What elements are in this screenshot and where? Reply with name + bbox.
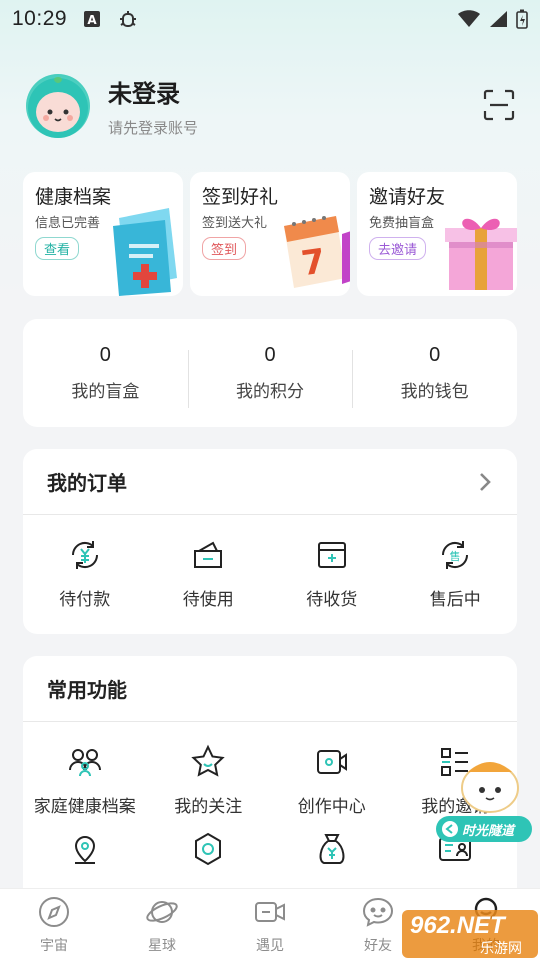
- svg-text:售: 售: [450, 549, 461, 563]
- gift-box-icon: [445, 218, 517, 290]
- orders-header[interactable]: 我的订单: [23, 449, 517, 515]
- money-bag-icon: [319, 834, 345, 864]
- orders-title: 我的订单: [47, 471, 127, 495]
- profile-name[interactable]: 未登录: [108, 74, 198, 109]
- stats-card: 0 我的盲盒 0 我的积分 0 我的钱包: [23, 319, 517, 427]
- watermark-logo: 962.NET 乐游网: [402, 908, 538, 960]
- func-label: 创作中心: [297, 797, 366, 817]
- family-icon: [68, 749, 101, 777]
- bug-icon: [117, 8, 139, 30]
- promo-tag[interactable]: 查看: [35, 237, 80, 260]
- order-label: 待使用: [182, 590, 234, 610]
- stat-value: 0: [264, 344, 276, 366]
- watermark-sub: 乐游网: [480, 941, 522, 957]
- nav-label: 宇宙: [40, 938, 68, 954]
- ticket-icon: [194, 541, 223, 568]
- battery-icon: [516, 9, 528, 29]
- promo-tag[interactable]: 签到: [202, 237, 247, 260]
- nav-planet[interactable]: 星球: [108, 889, 216, 960]
- promo-tag[interactable]: 去邀请: [369, 237, 427, 260]
- signal-icon: [490, 11, 507, 27]
- compass-icon: [39, 897, 69, 927]
- func-settings[interactable]: [147, 831, 271, 879]
- font-a-icon: A: [83, 10, 101, 28]
- avatar[interactable]: [26, 74, 90, 138]
- chat-icon: [362, 897, 394, 927]
- star-icon: [191, 744, 225, 777]
- promo-row: 健康档案 信息已完善 查看 签到好礼 签到送大礼 签到 7 邀请好友 免费抽盲盒…: [23, 172, 517, 296]
- scan-icon[interactable]: [482, 88, 516, 122]
- func-creator-center[interactable]: 创作中心: [270, 744, 394, 817]
- order-pending-use[interactable]: 待使用: [147, 537, 271, 610]
- functions-header: 常用功能: [23, 656, 517, 722]
- func-location[interactable]: [23, 831, 147, 879]
- stat-blind-box[interactable]: 0 我的盲盒: [23, 344, 188, 402]
- nav-label: 星球: [148, 938, 176, 954]
- planet-icon: [146, 901, 178, 923]
- promo-invite[interactable]: 邀请好友 免费抽盲盒 去邀请: [357, 172, 517, 296]
- func-label: 家庭健康档案: [33, 797, 136, 817]
- folder-medical-icon: [113, 208, 177, 296]
- order-after-sale[interactable]: 售 售后中: [394, 537, 518, 610]
- nav-meet[interactable]: 遇见: [216, 889, 324, 960]
- promo-checkin[interactable]: 签到好礼 签到送大礼 签到 7: [190, 172, 350, 296]
- promo-health-record[interactable]: 健康档案 信息已完善 查看: [23, 172, 183, 296]
- wifi-icon: [458, 10, 480, 27]
- box-icon: [317, 542, 346, 568]
- status-time: 10:29: [12, 7, 68, 30]
- orders-card: 我的订单 待付款 待使用 待收货 售 售后中: [23, 449, 517, 634]
- badge-text: 时光隧道: [462, 824, 515, 839]
- stat-wallet[interactable]: 0 我的钱包: [352, 344, 517, 408]
- location-icon: [74, 836, 95, 864]
- nav-label: 遇见: [256, 938, 284, 954]
- profile-subtitle[interactable]: 请先登录账号: [108, 117, 198, 138]
- func-label: 我的关注: [174, 797, 243, 817]
- stat-value: 0: [99, 344, 111, 366]
- video-icon: [316, 750, 347, 774]
- status-right: [458, 9, 528, 29]
- stat-label: 我的盲盒: [71, 382, 140, 402]
- functions-title: 常用功能: [47, 678, 127, 702]
- func-money-bag[interactable]: [270, 831, 394, 879]
- order-pending-receipt[interactable]: 待收货: [270, 537, 394, 610]
- stat-label: 我的积分: [236, 382, 304, 402]
- calendar-icon: 7: [284, 216, 350, 288]
- stat-label: 我的钱包: [400, 382, 469, 402]
- nav-universe[interactable]: 宇宙: [0, 889, 108, 960]
- order-label: 待收货: [306, 590, 358, 610]
- order-label: 售后中: [429, 590, 481, 610]
- func-following[interactable]: 我的关注: [147, 744, 271, 817]
- profile-section[interactable]: 未登录 请先登录账号: [26, 74, 198, 138]
- order-label: 待付款: [59, 590, 111, 610]
- order-pending-payment[interactable]: 待付款: [23, 537, 147, 610]
- svg-text:A: A: [87, 13, 97, 27]
- func-family-health[interactable]: 家庭健康档案: [23, 744, 147, 817]
- yuan-refresh-icon: [71, 541, 98, 569]
- time-tunnel-badge[interactable]: 时光隧道: [434, 758, 534, 848]
- status-bar: 10:29 A: [0, 0, 540, 38]
- stat-value: 0: [429, 344, 441, 366]
- chevron-right-icon[interactable]: [477, 471, 493, 493]
- stat-points[interactable]: 0 我的积分: [187, 344, 353, 408]
- after-sale-icon: 售: [442, 541, 469, 569]
- video-icon: [255, 902, 285, 922]
- watermark-text: 962.NET: [410, 912, 505, 939]
- settings-icon: [195, 832, 222, 866]
